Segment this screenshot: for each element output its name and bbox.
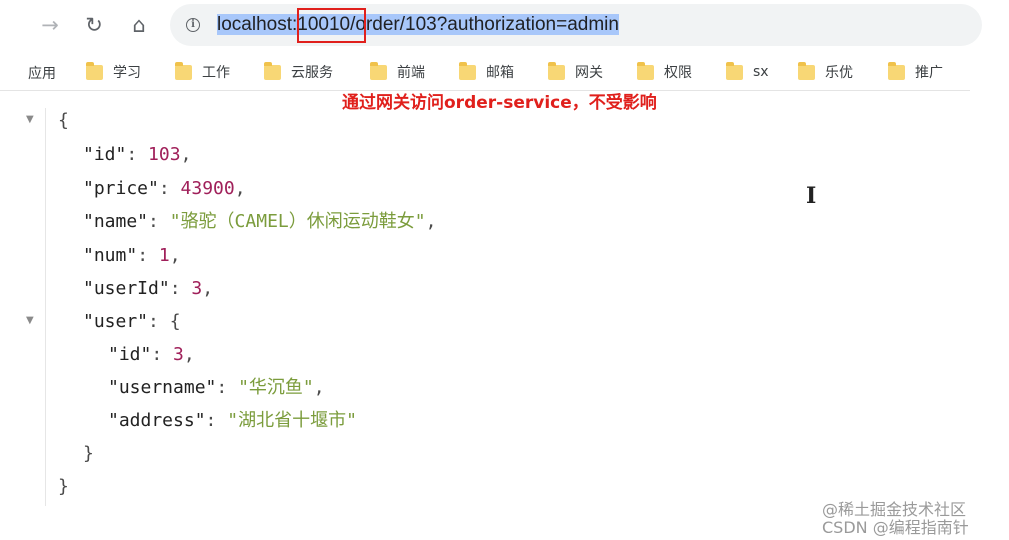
json-field-row: "id": 103,	[83, 144, 192, 165]
json-value: "骆驼（CAMEL）休闲运动鞋女"	[169, 211, 426, 232]
bookmark-label: 乐优	[825, 65, 853, 81]
folder-icon	[264, 61, 281, 80]
json-field-row: "id": 3,	[108, 344, 195, 365]
json-value: "华沉鱼"	[238, 377, 314, 398]
json-user-row: "user": {	[83, 311, 181, 332]
bookmark-folder-study[interactable]: 学习	[86, 61, 141, 83]
url-text[interactable]: localhost:10010/order/103?authorization=…	[217, 13, 619, 37]
json-field-row: "name": "骆驼（CAMEL）休闲运动鞋女",	[83, 211, 437, 232]
folder-icon	[370, 61, 387, 80]
bookmark-folder-cloud-service[interactable]: 云服务	[264, 61, 333, 83]
folder-icon	[459, 61, 476, 80]
bookmark-label: 工作	[202, 65, 230, 81]
bookmark-folder-promotion[interactable]: 推广	[888, 61, 943, 83]
folder-icon	[798, 61, 815, 80]
json-key: "name"	[83, 211, 149, 232]
bookmark-folder-mail[interactable]: 邮箱	[459, 61, 514, 83]
brace: }	[83, 443, 94, 464]
json-field-row: "username": "华沉鱼",	[108, 377, 325, 398]
json-value: 103	[148, 144, 181, 165]
json-field-row: "userId": 3,	[83, 278, 214, 299]
bookmark-folder-leyou[interactable]: 乐优	[798, 61, 853, 83]
json-field-row: "address": "湖北省十堰市"	[108, 410, 357, 431]
folder-icon	[888, 61, 905, 80]
bookmark-label: 前端	[397, 65, 425, 81]
json-open-brace: {	[58, 108, 69, 134]
home-icon[interactable]: ⌂	[126, 11, 152, 39]
collapse-toggle-icon[interactable]: ▼	[26, 114, 34, 125]
bookmarks-bar: 应用 学习 工作 云服务 前端 邮箱 网关 权限 sx 乐优 推广	[0, 54, 970, 91]
url-host: localhost	[217, 14, 292, 35]
bookmark-folder-work[interactable]: 工作	[175, 61, 230, 83]
json-key: "userId"	[83, 278, 170, 299]
bookmark-folder-gateway[interactable]: 网关	[548, 61, 603, 83]
json-key: "id"	[108, 344, 152, 365]
json-key: "num"	[83, 245, 138, 266]
json-value: 1	[158, 245, 170, 266]
bookmark-label: 邮箱	[486, 65, 514, 81]
json-key: "id"	[83, 144, 127, 165]
bookmark-label: sx	[753, 64, 769, 80]
folder-icon	[726, 61, 743, 80]
bookmark-folder-frontend[interactable]: 前端	[370, 61, 425, 83]
forward-arrow-icon[interactable]: →	[37, 11, 63, 39]
json-value: "湖北省十堰市"	[227, 410, 357, 431]
json-viewer: ▼ ▼ { "id": 103, "price": 43900, "name":…	[0, 96, 970, 510]
indent-guide	[45, 108, 46, 506]
port-highlight-box	[297, 8, 366, 43]
bookmark-folder-permission[interactable]: 权限	[637, 61, 692, 83]
json-close-brace: }	[58, 474, 69, 500]
json-field-row: "num": 1,	[83, 245, 181, 266]
brace: {	[58, 110, 69, 131]
text-cursor-icon: I	[806, 183, 817, 209]
folder-icon	[175, 61, 192, 80]
json-field-row: "price": 43900,	[83, 178, 246, 199]
json-value: 3	[191, 278, 203, 299]
site-info-icon[interactable]: i	[186, 18, 200, 32]
bookmark-label: 推广	[915, 65, 943, 81]
folder-icon	[86, 61, 103, 80]
browser-toolbar: → ↻ ⌂ i localhost:10010/order/103?author…	[0, 0, 982, 52]
folder-icon	[637, 61, 654, 80]
apps-shortcut[interactable]: 应用	[28, 63, 56, 83]
bookmark-folder-sx[interactable]: sx	[726, 61, 769, 83]
folder-icon	[548, 61, 565, 80]
watermark-csdn: CSDN @编程指南针	[822, 518, 969, 537]
url-path: /order/103?authorization=admin	[350, 14, 619, 35]
json-user-close-brace: }	[83, 441, 94, 467]
bookmark-label: 权限	[664, 65, 692, 81]
collapse-toggle-icon[interactable]: ▼	[26, 315, 34, 326]
json-key: "address"	[108, 410, 206, 431]
bookmark-label: 网关	[575, 65, 603, 81]
brace: {	[169, 311, 181, 332]
bookmark-label: 学习	[113, 65, 141, 81]
brace: }	[58, 476, 69, 497]
reload-icon[interactable]: ↻	[81, 11, 107, 39]
json-key: "user"	[83, 311, 149, 332]
json-value: 3	[173, 344, 184, 365]
json-key: "username"	[108, 377, 217, 398]
json-key: "price"	[83, 178, 159, 199]
bookmark-label: 云服务	[291, 65, 333, 81]
json-value: 43900	[180, 178, 235, 199]
